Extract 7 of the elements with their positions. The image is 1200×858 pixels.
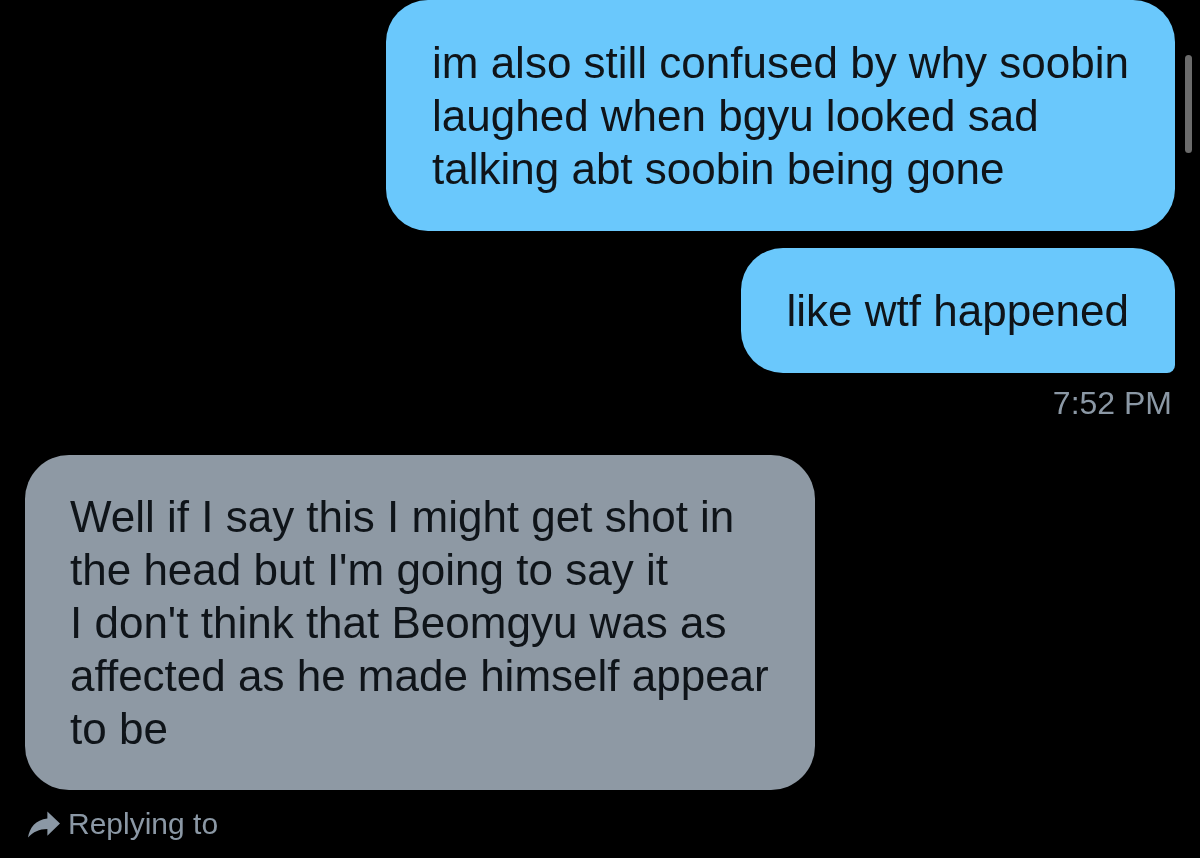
curved-arrow-icon — [28, 810, 60, 838]
sent-message-bubble: im also still confused by why soobin laughed when bgyu looked sad talking abt soobin being gone — [386, 0, 1175, 231]
scrollbar-thumb[interactable] — [1185, 55, 1192, 153]
replying-to-label: Replying to — [68, 806, 219, 842]
received-message-bubble: Well if I say this I might get shot in the head but I'm going to say it I don't think that Beomgyu was as affected as he made himself appear to be — [25, 455, 815, 790]
message-timestamp: 7:52 PM — [1052, 386, 1172, 420]
sent-message-bubble: like wtf happened — [740, 248, 1175, 373]
